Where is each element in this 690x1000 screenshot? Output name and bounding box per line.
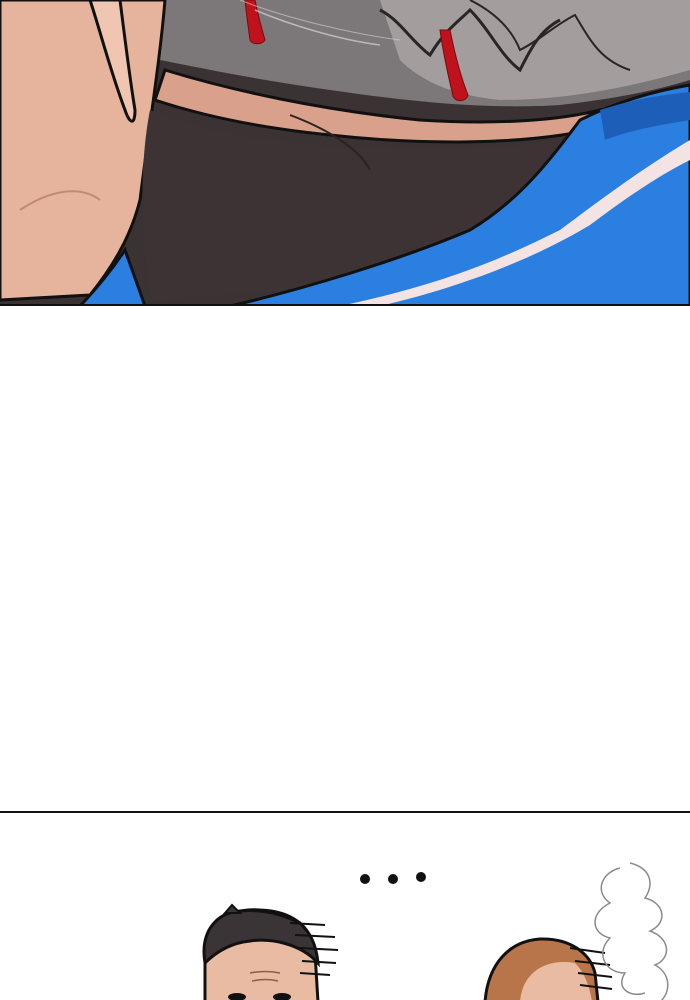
panel-bottom-illustration <box>202 862 669 1000</box>
panel-top-illustration <box>0 0 690 304</box>
panel-gutter <box>0 306 690 811</box>
comic-panel-top <box>0 0 690 306</box>
steam-swirl <box>594 862 669 1000</box>
ellipsis-speech <box>360 872 426 884</box>
man-character <box>202 903 339 1000</box>
comic-panel-bottom <box>0 811 690 1000</box>
woman-character <box>483 937 613 1000</box>
